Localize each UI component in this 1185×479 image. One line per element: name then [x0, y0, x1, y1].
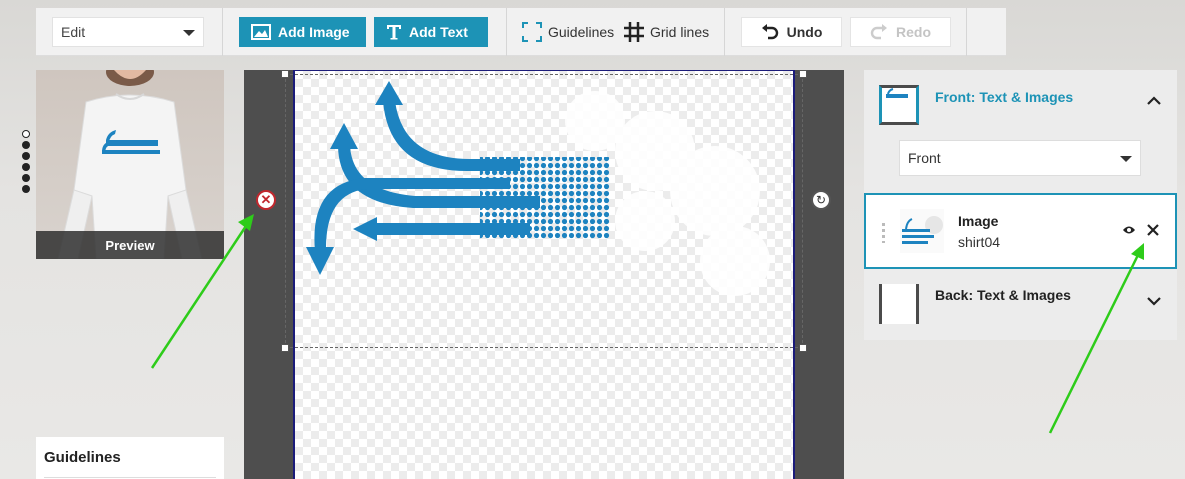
undo-icon: [761, 24, 779, 40]
grid-icon: [624, 22, 644, 42]
guidelines-toggle[interactable]: Guidelines: [522, 17, 614, 47]
toolbar-divider: [222, 8, 223, 56]
pager-dot[interactable]: [22, 152, 30, 160]
guidelines-panel: Guidelines: [36, 437, 224, 479]
print-area[interactable]: [293, 70, 795, 479]
pager-dot[interactable]: [22, 130, 30, 138]
delete-handle-icon[interactable]: ✕: [256, 190, 276, 210]
preview-button[interactable]: Preview: [36, 231, 224, 259]
editor-toolbar: Edit Add Image Add Text Guidelines Grid …: [36, 8, 1006, 56]
add-text-button[interactable]: Add Text: [374, 17, 488, 47]
add-image-button[interactable]: Add Image: [239, 17, 366, 47]
rotate-handle-icon[interactable]: ↻: [811, 190, 831, 210]
toolbar-divider: [724, 8, 725, 56]
side-select[interactable]: Front: [899, 140, 1141, 176]
resize-handle[interactable]: [799, 70, 807, 78]
chevron-down-icon: [183, 30, 195, 36]
image-icon: [251, 24, 271, 40]
layer-type: Image: [958, 213, 999, 229]
layer-item-image[interactable]: Image shirt04: [864, 193, 1177, 269]
chevron-down-icon: [1120, 156, 1132, 162]
chevron-up-icon[interactable]: [1147, 96, 1161, 106]
redo-icon: [870, 24, 888, 40]
layer-thumbnail: [900, 209, 944, 253]
guidelines-panel-title: Guidelines: [44, 449, 121, 466]
add-text-label: Add Text: [409, 24, 468, 40]
text-icon: [386, 24, 402, 40]
resize-handle[interactable]: [799, 344, 807, 352]
side-select-value: Front: [908, 150, 941, 166]
undo-button[interactable]: Undo: [741, 17, 842, 47]
pager-dot[interactable]: [22, 141, 30, 149]
divider: [44, 477, 216, 478]
undo-label: Undo: [786, 24, 823, 40]
mode-select-value: Edit: [61, 24, 86, 40]
front-side-thumbnail[interactable]: [879, 85, 919, 125]
eye-icon[interactable]: [1122, 225, 1136, 235]
pager-dot[interactable]: [22, 163, 30, 171]
preview-pager: [22, 130, 30, 196]
resize-handle[interactable]: [281, 344, 289, 352]
drag-handle-icon[interactable]: [882, 223, 885, 243]
mode-select[interactable]: Edit: [52, 17, 204, 47]
front-section-title[interactable]: Front: Text & Images: [935, 89, 1073, 105]
layer-name: shirt04: [958, 234, 1001, 250]
toolbar-divider: [506, 8, 507, 56]
back-side-thumbnail[interactable]: [879, 284, 919, 324]
redo-button[interactable]: Redo: [850, 17, 951, 47]
product-preview[interactable]: Preview: [36, 70, 224, 259]
grid-lines-label: Grid lines: [650, 24, 710, 40]
redo-label: Redo: [896, 24, 931, 40]
close-icon[interactable]: [1147, 224, 1159, 236]
resize-handle[interactable]: [281, 70, 289, 78]
guidelines-label: Guidelines: [548, 24, 615, 40]
toolbar-divider: [966, 8, 967, 56]
guidelines-icon: [522, 22, 542, 42]
chevron-down-icon[interactable]: [1147, 296, 1161, 306]
back-section-title[interactable]: Back: Text & Images: [935, 287, 1071, 303]
design-artwork[interactable]: [295, 71, 793, 351]
pager-dot[interactable]: [22, 174, 30, 182]
layers-panel: Front: Text & Images Front Image shirt04…: [864, 70, 1177, 340]
pager-dot[interactable]: [22, 185, 30, 193]
add-image-label: Add Image: [278, 24, 350, 40]
grid-lines-toggle[interactable]: Grid lines: [624, 17, 709, 47]
